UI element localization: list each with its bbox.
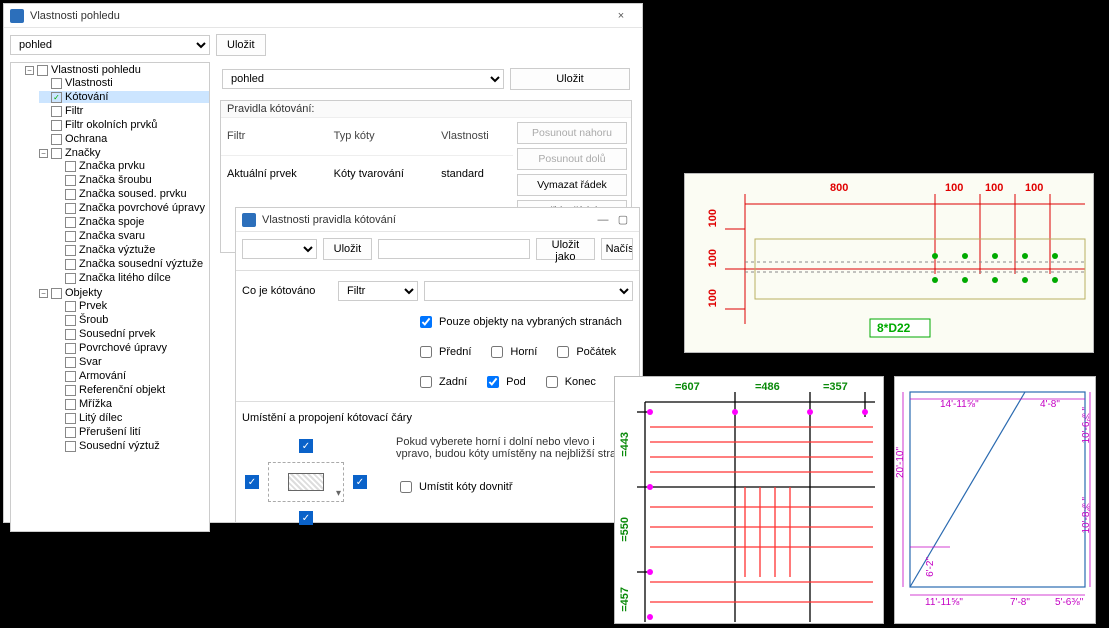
rule-name-input[interactable] [378,239,530,259]
filter-combo[interactable] [424,281,633,301]
tree-root[interactable]: Vlastnosti pohledu [51,64,141,76]
what-combo[interactable]: Filtr [338,281,418,301]
tree-item-objekty[interactable]: Objekty [65,287,102,299]
end-checkbox[interactable] [546,376,558,388]
rule-preset-combo[interactable] [242,239,317,259]
tree-item-kotovani[interactable]: Kótování [65,91,108,103]
move-up-button[interactable]: Posunout nahoru [517,122,627,144]
what-dimensioned-label: Co je kótováno [242,285,332,297]
rule-load-button[interactable]: Načíst [601,238,633,260]
drawing-grid: =607 =486 =357 =443 =550 =457 [614,376,884,624]
tree-item-vlastnosti[interactable]: Vlastnosti [65,77,113,89]
app-icon [10,9,24,23]
table-row[interactable]: Aktuální prvek Kóty tvarování standard [221,155,513,192]
drawing-rebar: 800 100 100 100 100 100 100 8*D22 [684,173,1094,353]
maximize-icon[interactable]: ▢ [613,213,633,226]
start-checkbox[interactable] [557,346,569,358]
top-checkbox[interactable] [491,346,503,358]
rules-col-props: Vlastnosti [435,118,513,155]
rule-saveas-button[interactable]: Uložit jako [536,238,594,260]
pos-top-checkbox[interactable] [299,439,313,453]
tree-collapse-icon[interactable]: − [39,149,48,158]
back-checkbox[interactable] [420,376,432,388]
rules-group-title: Pravidla kótování: [221,101,631,118]
rules-col-type: Typ kóty [328,118,435,155]
tree-checkbox[interactable] [37,65,48,76]
close-icon[interactable]: × [606,10,636,22]
tree-item-filtr-okolnich[interactable]: Filtr okolních prvků [65,119,157,131]
dimension-style-combo[interactable]: ▾ [268,462,344,502]
tree-collapse-icon[interactable]: − [39,289,48,298]
delete-row-button[interactable]: Vymazat řádek [517,174,627,196]
drawing-slope: 14'-11⅝" 4'-8" 10'-6⅞" 10'-8⅜" 20'-10" 6… [894,376,1096,624]
only-selected-checkbox[interactable] [420,316,432,328]
rule-dialog-title: Vlastnosti pravidla kótování [262,214,593,226]
save-button[interactable]: Uložit [216,34,266,56]
tree-collapse-icon[interactable]: − [25,66,34,75]
pos-bottom-checkbox[interactable] [299,511,313,525]
front-checkbox[interactable] [420,346,432,358]
position-label: Umístění a propojení kótovací čáry [242,412,412,424]
tree-item-ochrana[interactable]: Ochrana [65,133,107,145]
move-down-button[interactable]: Posunout dolů [517,148,627,170]
under-checkbox[interactable] [487,376,499,388]
dialog-title: Vlastnosti pohledu [30,10,606,22]
properties-tree[interactable]: −Vlastnosti pohledu Vlastnosti Kótování … [10,62,210,532]
rebar-label: 8*D22 [877,321,910,335]
right-save-button[interactable]: Uložit [510,68,630,90]
rule-save-button[interactable]: Uložit [323,238,373,260]
preset-combo[interactable]: pohled [10,35,210,55]
minimize-icon[interactable]: — [593,214,613,226]
inside-checkbox[interactable] [400,481,412,493]
app-icon [242,213,256,227]
rules-col-filter: Filtr [221,118,328,155]
position-hint: Pokud vyberete horní i dolní nebo vlevo … [396,436,633,460]
right-preset-combo[interactable]: pohled [222,69,504,89]
tree-item-znacky[interactable]: Značky [65,147,100,159]
tree-item-filtr[interactable]: Filtr [65,105,83,117]
pos-left-checkbox[interactable] [245,475,259,489]
pos-right-checkbox[interactable] [353,475,367,489]
